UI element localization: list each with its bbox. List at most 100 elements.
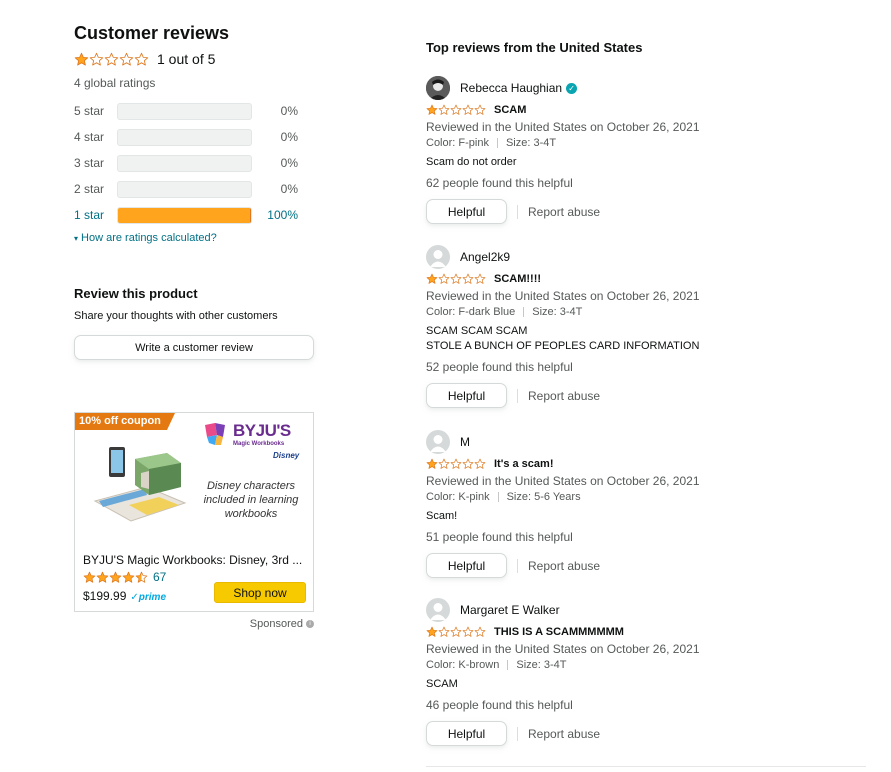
sponsored-ad[interactable]: 10% off coupon BYJU'S Magic Workbooks Di… xyxy=(74,412,314,612)
star-icon xyxy=(462,273,474,284)
helpful-button[interactable]: Helpful xyxy=(426,383,507,408)
review-actions: Helpful Report abuse xyxy=(426,199,866,224)
histogram-row-4: 4 star 0% xyxy=(74,128,314,146)
review-variant-link[interactable]: Color: F-dark Blue Size: 3-4T xyxy=(426,304,866,320)
review-variant-link[interactable]: Color: K-pink Size: 5-6 Years xyxy=(426,489,866,505)
helpful-count: 51 people found this helpful xyxy=(426,530,573,544)
ad-price-value: $199.99 xyxy=(83,589,127,603)
reviewer-profile[interactable]: M xyxy=(426,430,866,454)
star-icon xyxy=(96,571,109,583)
action-divider xyxy=(517,558,518,573)
review-product-heading: Review this product xyxy=(74,286,198,301)
reviewer-profile[interactable]: Angel2k9 xyxy=(426,245,866,269)
star-icon xyxy=(450,104,462,115)
review-title-row[interactable]: SCAM!!!! xyxy=(426,272,866,286)
overall-rating[interactable]: 1 out of 5 xyxy=(74,50,314,68)
star-icon xyxy=(134,52,149,65)
reviewer-profile[interactable]: Rebecca Haughian ✓ xyxy=(426,76,866,100)
how-ratings-calculated-link[interactable]: ▾ How are ratings calculated? xyxy=(74,232,314,244)
helpful-button[interactable]: Helpful xyxy=(426,199,507,224)
star-icon xyxy=(426,104,438,115)
histogram-row-1[interactable]: 1 star 100% xyxy=(74,206,314,224)
histogram-label: 2 star xyxy=(74,182,105,196)
avatar[interactable] xyxy=(426,430,450,454)
reviewer-name[interactable]: M xyxy=(460,435,470,449)
histogram-bar xyxy=(117,180,252,198)
histogram-bar xyxy=(117,128,252,146)
reviewer-name[interactable]: Margaret E Walker xyxy=(460,603,560,617)
info-icon[interactable]: i xyxy=(306,620,314,628)
star-icon xyxy=(474,626,486,637)
review-stars-icon xyxy=(426,458,486,470)
top-reviews-heading: Top reviews from the United States xyxy=(426,40,643,55)
write-review-button[interactable]: Write a customer review xyxy=(74,335,314,360)
variant-size: Size: 3-4T xyxy=(516,659,567,671)
helpful-count: 46 people found this helpful xyxy=(426,698,573,712)
helpful-count: 52 people found this helpful xyxy=(426,360,573,374)
histogram-label: 4 star xyxy=(74,130,105,144)
histogram-bar xyxy=(117,102,252,120)
workbooks-product-image[interactable] xyxy=(89,443,189,525)
star-icon xyxy=(474,458,486,469)
review-actions: Helpful Report abuse xyxy=(426,383,866,408)
report-abuse-link[interactable]: Report abuse xyxy=(528,205,600,219)
review-body: Scam do not order xyxy=(426,155,866,170)
helpful-button[interactable]: Helpful xyxy=(426,721,507,746)
variant-divider xyxy=(507,660,509,670)
star-icon xyxy=(83,571,96,583)
review-card: Rebecca Haughian ✓ SCAM Reviewed in the … xyxy=(426,76,866,224)
report-abuse-link[interactable]: Report abuse xyxy=(528,389,600,403)
report-abuse-link[interactable]: Report abuse xyxy=(528,559,600,573)
review-title[interactable]: It's a scam! xyxy=(494,458,553,470)
review-card: Margaret E Walker THIS IS A SCAMMMMMM Re… xyxy=(426,598,866,746)
review-date: Reviewed in the United States on October… xyxy=(426,120,700,134)
histogram-label: 3 star xyxy=(74,156,105,170)
star-icon xyxy=(135,571,148,583)
histogram-row-5: 5 star 0% xyxy=(74,102,314,120)
histogram-bar[interactable] xyxy=(117,206,252,224)
star-icon xyxy=(426,458,438,469)
byjus-logo-icon xyxy=(205,423,225,445)
review-title-row[interactable]: SCAM xyxy=(426,103,866,117)
review-title[interactable]: THIS IS A SCAMMMMMM xyxy=(494,626,624,638)
chevron-down-icon: ▾ xyxy=(74,233,79,243)
ad-rating-count[interactable]: 67 xyxy=(153,570,166,584)
avatar[interactable] xyxy=(426,76,450,100)
star-icon xyxy=(450,458,462,469)
histogram-percent: 0% xyxy=(280,104,298,118)
avatar[interactable] xyxy=(426,598,450,622)
histogram-percent-link[interactable]: 100% xyxy=(252,208,298,222)
shop-now-button[interactable]: Shop now xyxy=(214,582,306,603)
histogram-row-3: 3 star 0% xyxy=(74,154,314,172)
ad-product-name-link[interactable]: BYJU'S Magic Workbooks: Disney, 3rd ... xyxy=(83,553,309,567)
helpful-count: 62 people found this helpful xyxy=(426,176,573,190)
review-variant-link[interactable]: Color: F-pink Size: 3-4T xyxy=(426,135,866,151)
ad-rating[interactable]: 67 xyxy=(83,570,166,584)
report-abuse-link[interactable]: Report abuse xyxy=(528,727,600,741)
review-body: SCAM SCAM SCAM STOLE A BUNCH OF PEOPLES … xyxy=(426,324,866,354)
reviewer-name[interactable]: Angel2k9 xyxy=(460,250,510,264)
prime-text: prime xyxy=(138,592,167,603)
histogram-fill xyxy=(118,207,251,223)
ad-price: $199.99 ✓prime xyxy=(83,589,166,603)
reviewer-name[interactable]: Rebecca Haughian xyxy=(460,81,562,95)
variant-size: Size: 3-4T xyxy=(505,137,557,149)
review-actions: Helpful Report abuse xyxy=(426,553,866,578)
review-title-row[interactable]: It's a scam! xyxy=(426,457,866,471)
variant-color: Color: K-pink xyxy=(426,491,490,503)
review-variant-link[interactable]: Color: K-brown Size: 3-4T xyxy=(426,657,866,673)
review-title-row[interactable]: THIS IS A SCAMMMMMM xyxy=(426,625,866,639)
histogram-label-link[interactable]: 1 star xyxy=(74,208,117,222)
review-stars-icon xyxy=(426,626,486,638)
star-icon xyxy=(122,571,135,583)
avatar[interactable] xyxy=(426,245,450,269)
reviewer-profile[interactable]: Margaret E Walker xyxy=(426,598,866,622)
byjus-logo-subtext: Magic Workbooks xyxy=(233,441,285,447)
default-user-icon xyxy=(430,435,446,452)
review-title[interactable]: SCAM xyxy=(494,104,526,116)
sponsored-label[interactable]: Sponsored i xyxy=(74,618,314,630)
helpful-button[interactable]: Helpful xyxy=(426,553,507,578)
star-icon xyxy=(426,273,438,284)
review-title[interactable]: SCAM!!!! xyxy=(494,273,541,285)
histogram-percent: 0% xyxy=(280,156,298,170)
